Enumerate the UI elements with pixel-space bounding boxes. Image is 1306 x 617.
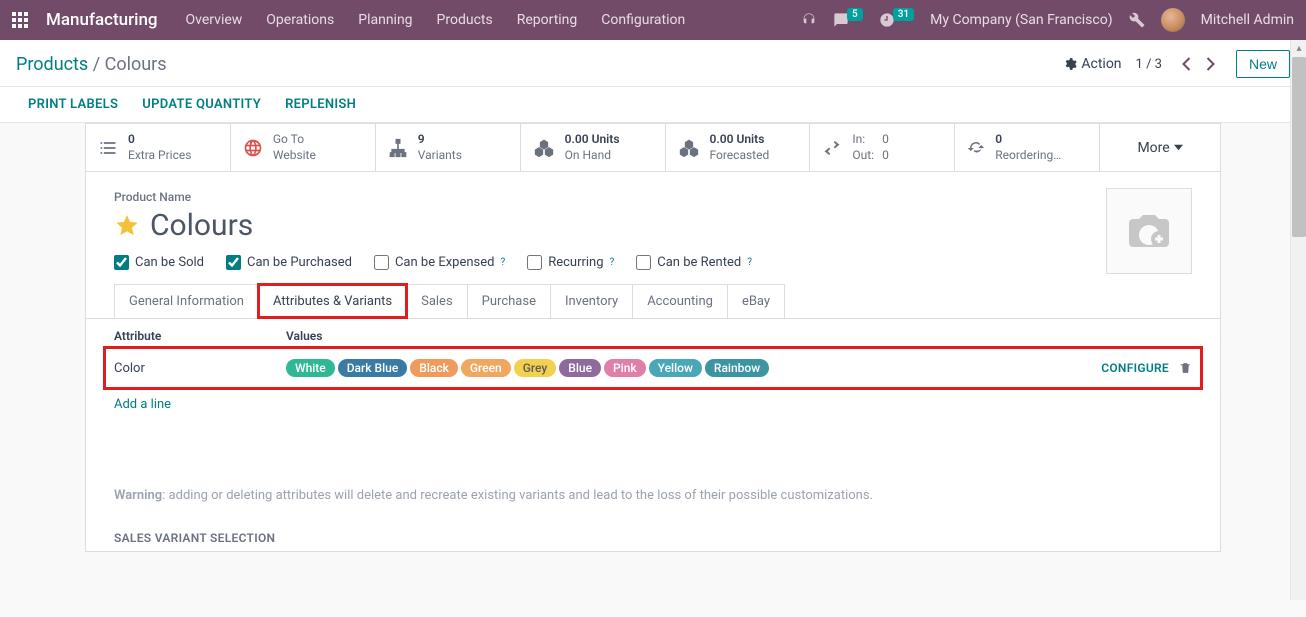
help-icon[interactable]: ? [747,257,752,268]
stat-variants[interactable]: 9Variants [376,124,521,171]
list-icon [98,138,118,158]
replenish-button[interactable]: REPLENISH [285,97,356,112]
breadcrumb-current: Colours [105,54,167,75]
refresh-icon [967,139,985,157]
company-switch[interactable]: My Company (San Francisco) [930,12,1112,28]
stat-goto-website[interactable]: Go ToWebsite [231,124,376,171]
chat-badge: 5 [847,8,863,21]
page-scrollbar[interactable]: ▴ [1290,40,1306,600]
sitemap-icon [388,138,408,158]
delete-row-icon[interactable] [1179,361,1192,375]
value-tag[interactable]: White [286,359,335,377]
scroll-thumb[interactable] [1292,57,1306,237]
tab-general-information[interactable]: General Information [114,284,259,318]
stat-extra-prices[interactable]: 0Extra Prices [86,124,231,171]
subbar: Products / Colours Action 1 / 3 New [0,40,1306,87]
tab-ebay[interactable]: eBay [727,284,785,318]
value-tag[interactable]: Dark Blue [338,359,408,377]
attribute-table-header: Attribute Values [114,319,1192,351]
stat-more[interactable]: More [1100,124,1220,171]
check-can-be-sold[interactable]: Can be Sold [114,255,204,270]
check-can-be-rented[interactable]: Can be Rented? [636,255,752,270]
tab-sales[interactable]: Sales [406,284,468,318]
boxes-icon [533,138,555,158]
favorite-star-icon[interactable] [114,213,140,239]
help-icon[interactable]: ? [500,257,505,268]
attribute-values[interactable]: WhiteDark BlueBlackGreenGreyBluePinkYell… [286,359,1101,377]
boxes-icon [678,138,700,158]
product-name[interactable]: Colours [150,208,253,243]
stat-inout[interactable]: In:Out: 00 [810,124,955,171]
attribute-row[interactable]: Color WhiteDark BlueBlackGreenGreyBluePi… [108,351,1198,385]
attribute-name[interactable]: Color [114,361,286,376]
warning-text: Warning: adding or deleting attributes w… [86,438,1220,519]
debug-icon[interactable] [1129,12,1145,28]
configure-button[interactable]: CONFIGURE [1101,361,1169,375]
topbar: Manufacturing Overview Operations Planni… [0,0,1306,40]
print-labels-button[interactable]: PRINT LABELS [28,97,118,112]
transfer-icon [822,138,842,158]
update-quantity-button[interactable]: UPDATE QUANTITY [142,97,261,112]
stat-forecast[interactable]: 0.00 UnitsForecasted [666,124,811,171]
new-button[interactable]: New [1236,50,1290,78]
value-tag[interactable]: Green [461,359,511,377]
scroll-up-arrow[interactable]: ▴ [1291,40,1306,56]
value-tag[interactable]: Black [410,359,458,377]
section-sales-variant-selection: SALES VARIANT SELECTION [86,519,1220,551]
avatar[interactable] [1161,8,1185,32]
apps-icon[interactable] [12,12,28,28]
product-image-placeholder[interactable] [1106,188,1192,274]
activity-badge: 31 [893,8,914,21]
statbar: 0Extra Prices Go ToWebsite 9Variants 0.0… [86,124,1220,172]
tab-accounting[interactable]: Accounting [632,284,728,318]
form-sheet: 0Extra Prices Go ToWebsite 9Variants 0.0… [85,123,1221,552]
actionbar: PRINT LABELS UPDATE QUANTITY REPLENISH [0,87,1306,123]
pager-next[interactable] [1200,51,1222,77]
user-name[interactable]: Mitchell Admin [1201,12,1294,28]
breadcrumb: Products / Colours [16,54,167,75]
caret-down-icon [1174,143,1183,152]
tab-attributes-variants[interactable]: Attributes & Variants [258,284,407,318]
add-line-button[interactable]: Add a line [114,385,171,418]
phone-icon[interactable] [801,12,817,28]
value-tag[interactable]: Yellow [649,359,702,377]
tab-inventory[interactable]: Inventory [550,284,633,318]
tabs: General Information Attributes & Variant… [86,284,1220,318]
chat-icon[interactable]: 5 [833,12,863,28]
value-tag[interactable]: Pink [604,359,646,377]
check-recurring[interactable]: Recurring? [527,255,614,270]
stat-onhand[interactable]: 0.00 UnitsOn Hand [521,124,666,171]
activity-icon[interactable]: 31 [879,12,914,28]
help-icon[interactable]: ? [610,257,615,268]
pager[interactable]: 1 / 3 [1136,57,1162,72]
pager-prev[interactable] [1176,51,1198,77]
action-menu[interactable]: Action [1063,56,1121,72]
tab-body: Attribute Values Color WhiteDark BlueBla… [86,318,1220,438]
tab-purchase[interactable]: Purchase [467,284,551,318]
app-title[interactable]: Manufacturing [46,10,158,30]
breadcrumb-parent[interactable]: Products [16,54,88,75]
product-name-label: Product Name [114,190,1192,204]
value-tag[interactable]: Grey [514,359,557,377]
globe-icon [243,138,263,158]
check-can-be-expensed[interactable]: Can be Expensed? [374,255,505,270]
menu-planning[interactable]: Planning [358,12,412,28]
menu-configuration[interactable]: Configuration [601,12,685,28]
menu-overview[interactable]: Overview [186,12,243,28]
menu-products[interactable]: Products [437,12,493,28]
value-tag[interactable]: Blue [559,359,601,377]
menu-operations[interactable]: Operations [266,12,334,28]
product-options: Can be Sold Can be Purchased Can be Expe… [86,255,1220,284]
menu-reporting[interactable]: Reporting [517,12,578,28]
product-header: Product Name Colours [86,172,1220,255]
check-can-be-purchased[interactable]: Can be Purchased [226,255,352,270]
stat-reordering[interactable]: 0Reordering… [955,124,1100,171]
value-tag[interactable]: Rainbow [705,359,769,377]
top-menu: Overview Operations Planning Products Re… [186,12,686,28]
